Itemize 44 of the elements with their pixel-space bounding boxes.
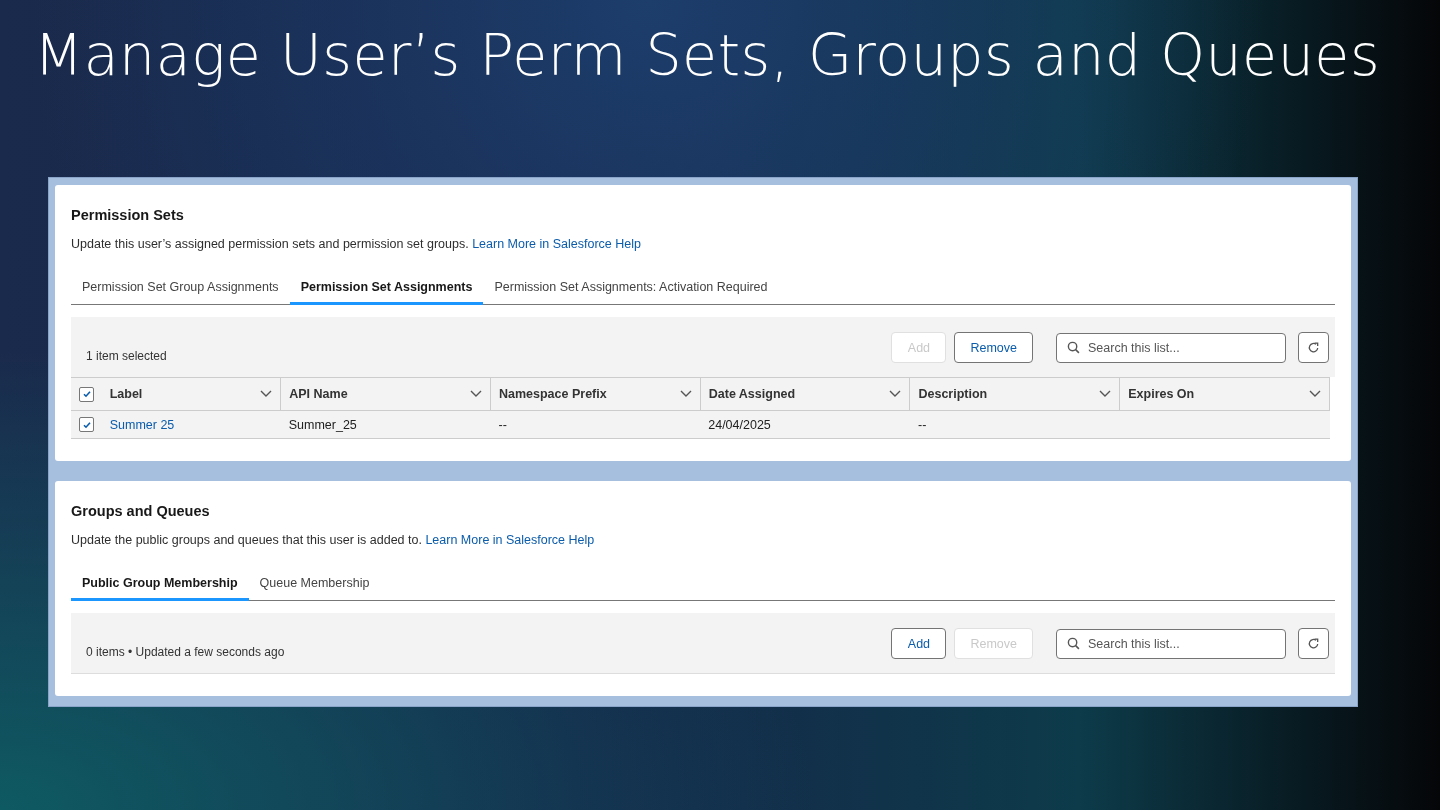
tab[interactable]: Permission Set Assignments: Activation Required: [483, 280, 779, 305]
column-header[interactable]: API Name: [289, 387, 348, 401]
action-button[interactable]: Remove: [954, 332, 1033, 363]
refresh-button[interactable]: [1298, 332, 1329, 363]
refresh-icon: [1307, 341, 1320, 354]
checkbox[interactable]: [79, 386, 94, 402]
help-link[interactable]: Learn More in Salesforce Help: [425, 533, 595, 547]
help-link[interactable]: Learn More in Salesforce Help: [472, 237, 641, 251]
table-cell: --: [918, 417, 927, 432]
refresh-icon: [1307, 637, 1320, 650]
checkbox[interactable]: [79, 417, 94, 433]
chevron-down-icon[interactable]: [889, 390, 902, 398]
table-cell: 24/04/2025: [708, 417, 771, 432]
section-title: Groups and Queues: [71, 503, 211, 519]
chevron-down-icon[interactable]: [1309, 390, 1321, 398]
table-cell: --: [498, 417, 507, 432]
list-status: 0 items • Updated a few seconds ago: [86, 645, 286, 659]
chevron-down-icon[interactable]: [1099, 390, 1112, 398]
section-title: Permission Sets: [71, 207, 185, 223]
chevron-down-icon[interactable]: [470, 390, 482, 398]
column-header[interactable]: Expires On: [1128, 387, 1195, 401]
search-field[interactable]: Search this list...: [1056, 333, 1286, 363]
refresh-button[interactable]: [1298, 628, 1329, 659]
slide-title: Manage User’s Perm Sets, Groups and Queues: [33, 21, 1382, 88]
record-link[interactable]: Summer 25: [109, 417, 175, 432]
tab[interactable]: Public Group Membership: [71, 576, 249, 601]
tab[interactable]: Permission Set Group Assignments: [71, 280, 290, 305]
section-description: Update this user’s assigned permission sets and permission set groups. Learn More in Salesforce Help: [71, 237, 642, 251]
column-header[interactable]: Description: [918, 387, 988, 401]
section-description: Update the public groups and queues that this user is added to. Learn More in Salesforce Help: [71, 533, 596, 547]
search-icon: [1067, 637, 1080, 650]
search-icon: [1067, 341, 1080, 354]
checkmark-icon: [81, 389, 92, 400]
tab[interactable]: Queue Membership: [248, 576, 381, 601]
action-button[interactable]: Add: [891, 628, 947, 659]
column-header[interactable]: Date Assigned: [708, 387, 796, 401]
checkmark-icon: [81, 419, 92, 430]
chevron-down-icon[interactable]: [260, 390, 273, 398]
column-header[interactable]: Label: [109, 387, 143, 401]
tab[interactable]: Permission Set Assignments: [289, 280, 484, 305]
chevron-down-icon[interactable]: [679, 390, 692, 398]
search-field[interactable]: Search this list...: [1056, 629, 1286, 659]
table-cell: Summer_25: [288, 417, 357, 432]
list-status: 1 item selected: [86, 349, 168, 363]
